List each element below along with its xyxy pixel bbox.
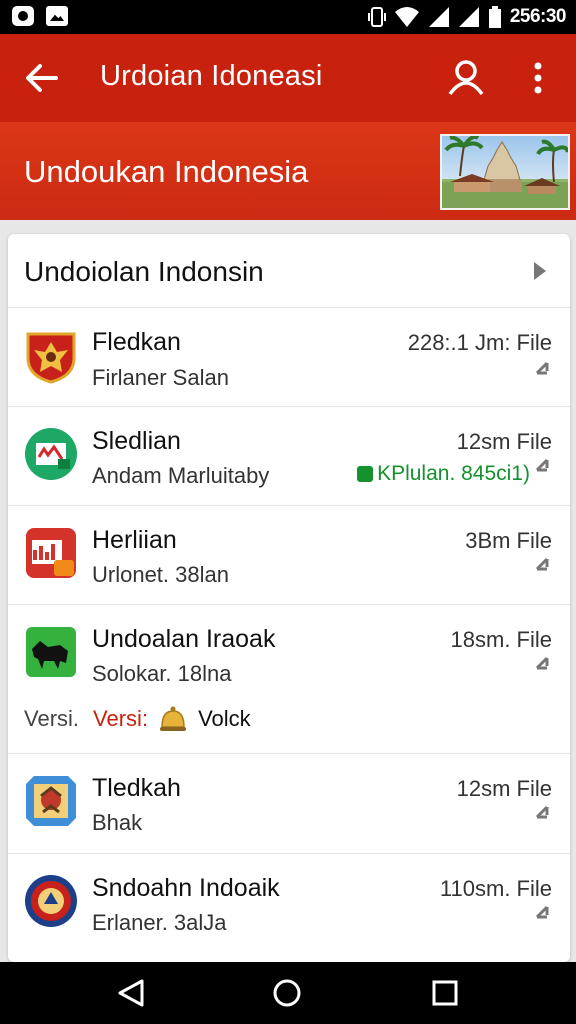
- download-icon[interactable]: [534, 360, 550, 376]
- account-icon[interactable]: [446, 58, 486, 98]
- list-item[interactable]: Sledlian Andam Marluitaby 12sm File KPlu…: [8, 407, 570, 506]
- item-name: Sledlian: [92, 427, 181, 455]
- version-line: Versi. Versi: Volck: [24, 705, 251, 733]
- item-size: 12sm File: [456, 776, 552, 801]
- system-nav-bar: [0, 962, 576, 1024]
- camera-notification-icon: [12, 6, 34, 26]
- item-size: 18sm. File: [450, 627, 552, 652]
- item-subtitle: Bhak: [92, 810, 143, 835]
- item-name: Sndoahn Indoaik: [92, 874, 280, 902]
- item-subtitle: Firlaner Salan: [92, 365, 229, 390]
- green-app-icon: [25, 428, 77, 480]
- app-bar: Urdoian Idoneasi: [0, 34, 576, 122]
- vibrate-icon: [367, 7, 386, 27]
- green-check-icon: [357, 466, 374, 482]
- download-icon[interactable]: [534, 655, 550, 671]
- status-bar: 256:30: [0, 0, 576, 34]
- wifi-icon: [394, 7, 419, 27]
- version-label-highlight: Versi:: [93, 706, 149, 731]
- nav-back-icon[interactable]: [116, 978, 146, 1008]
- list-item[interactable]: Tledkah Bhak 12sm File: [8, 754, 570, 854]
- signal-icon-2: [458, 7, 479, 27]
- more-options-icon[interactable]: [526, 58, 550, 98]
- version-value: Volck: [198, 706, 251, 731]
- version-label: Versi.: [24, 706, 80, 731]
- garuda-shield-icon: [26, 332, 76, 384]
- item-name: Tledkah: [92, 774, 181, 802]
- section-title: Undoiolan Indonsin: [24, 256, 264, 287]
- signal-icon: [428, 7, 449, 27]
- emblem-map-icon: [26, 776, 76, 826]
- download-icon[interactable]: [534, 556, 550, 572]
- item-subtitle: Andam Marluitaby: [92, 463, 270, 488]
- section-header[interactable]: Undoiolan Indonsin: [8, 234, 570, 308]
- download-icon[interactable]: [534, 804, 550, 820]
- download-icon[interactable]: [534, 904, 550, 920]
- clock: 256:30: [509, 6, 567, 27]
- item-name: Fledkan: [92, 328, 181, 356]
- hero-title: Undoukan Indonesia: [24, 154, 309, 189]
- item-subtitle: Erlaner. 3alJa: [92, 910, 227, 935]
- nav-home-icon[interactable]: [272, 978, 302, 1008]
- round-emblem-icon: [25, 875, 77, 927]
- status-badge: KPlulan. 845ci1): [357, 462, 530, 486]
- item-size: 12sm File: [456, 429, 552, 454]
- gallery-notification-icon: [46, 6, 68, 26]
- battery-icon: [488, 6, 501, 28]
- app-bar-title: Urdoian Idoneasi: [100, 60, 323, 92]
- bull-app-icon: [26, 627, 76, 677]
- chevron-right-icon[interactable]: [530, 260, 550, 282]
- temple-photo: [440, 134, 570, 210]
- list-item[interactable]: Herliian Urlonet. 38lan 3Bm File: [8, 506, 570, 605]
- download-icon[interactable]: [534, 457, 550, 473]
- item-size: 110sm. File: [439, 876, 552, 901]
- back-arrow-icon[interactable]: [22, 58, 62, 98]
- list-item[interactable]: Sndoahn Indoaik Erlaner. 3alJa 110sm. Fi…: [8, 854, 570, 962]
- downloads-card: Undoiolan Indonsin Fledkan Firlaner Sala…: [8, 234, 570, 962]
- item-size: 3Bm File: [465, 528, 552, 553]
- item-subtitle: Urlonet. 38lan: [92, 562, 229, 587]
- item-name: Herliian: [92, 526, 177, 554]
- nav-recents-icon[interactable]: [430, 978, 460, 1008]
- item-name: Undoalan Iraoak: [92, 625, 276, 653]
- list-item[interactable]: Fledkan Firlaner Salan 228:.1 Jm: File: [8, 308, 570, 407]
- list-item[interactable]: Undoalan Iraoak Solokar. 18lna 18sm. Fil…: [8, 605, 570, 754]
- hero-banner: Undoukan Indonesia: [0, 122, 576, 220]
- bell-icon: [160, 706, 187, 731]
- status-badge-text: KPlulan. 845ci1): [377, 462, 530, 485]
- item-size: 228:.1 Jm: File: [407, 330, 552, 355]
- chart-app-icon: [26, 528, 76, 578]
- item-subtitle: Solokar. 18lna: [92, 661, 232, 686]
